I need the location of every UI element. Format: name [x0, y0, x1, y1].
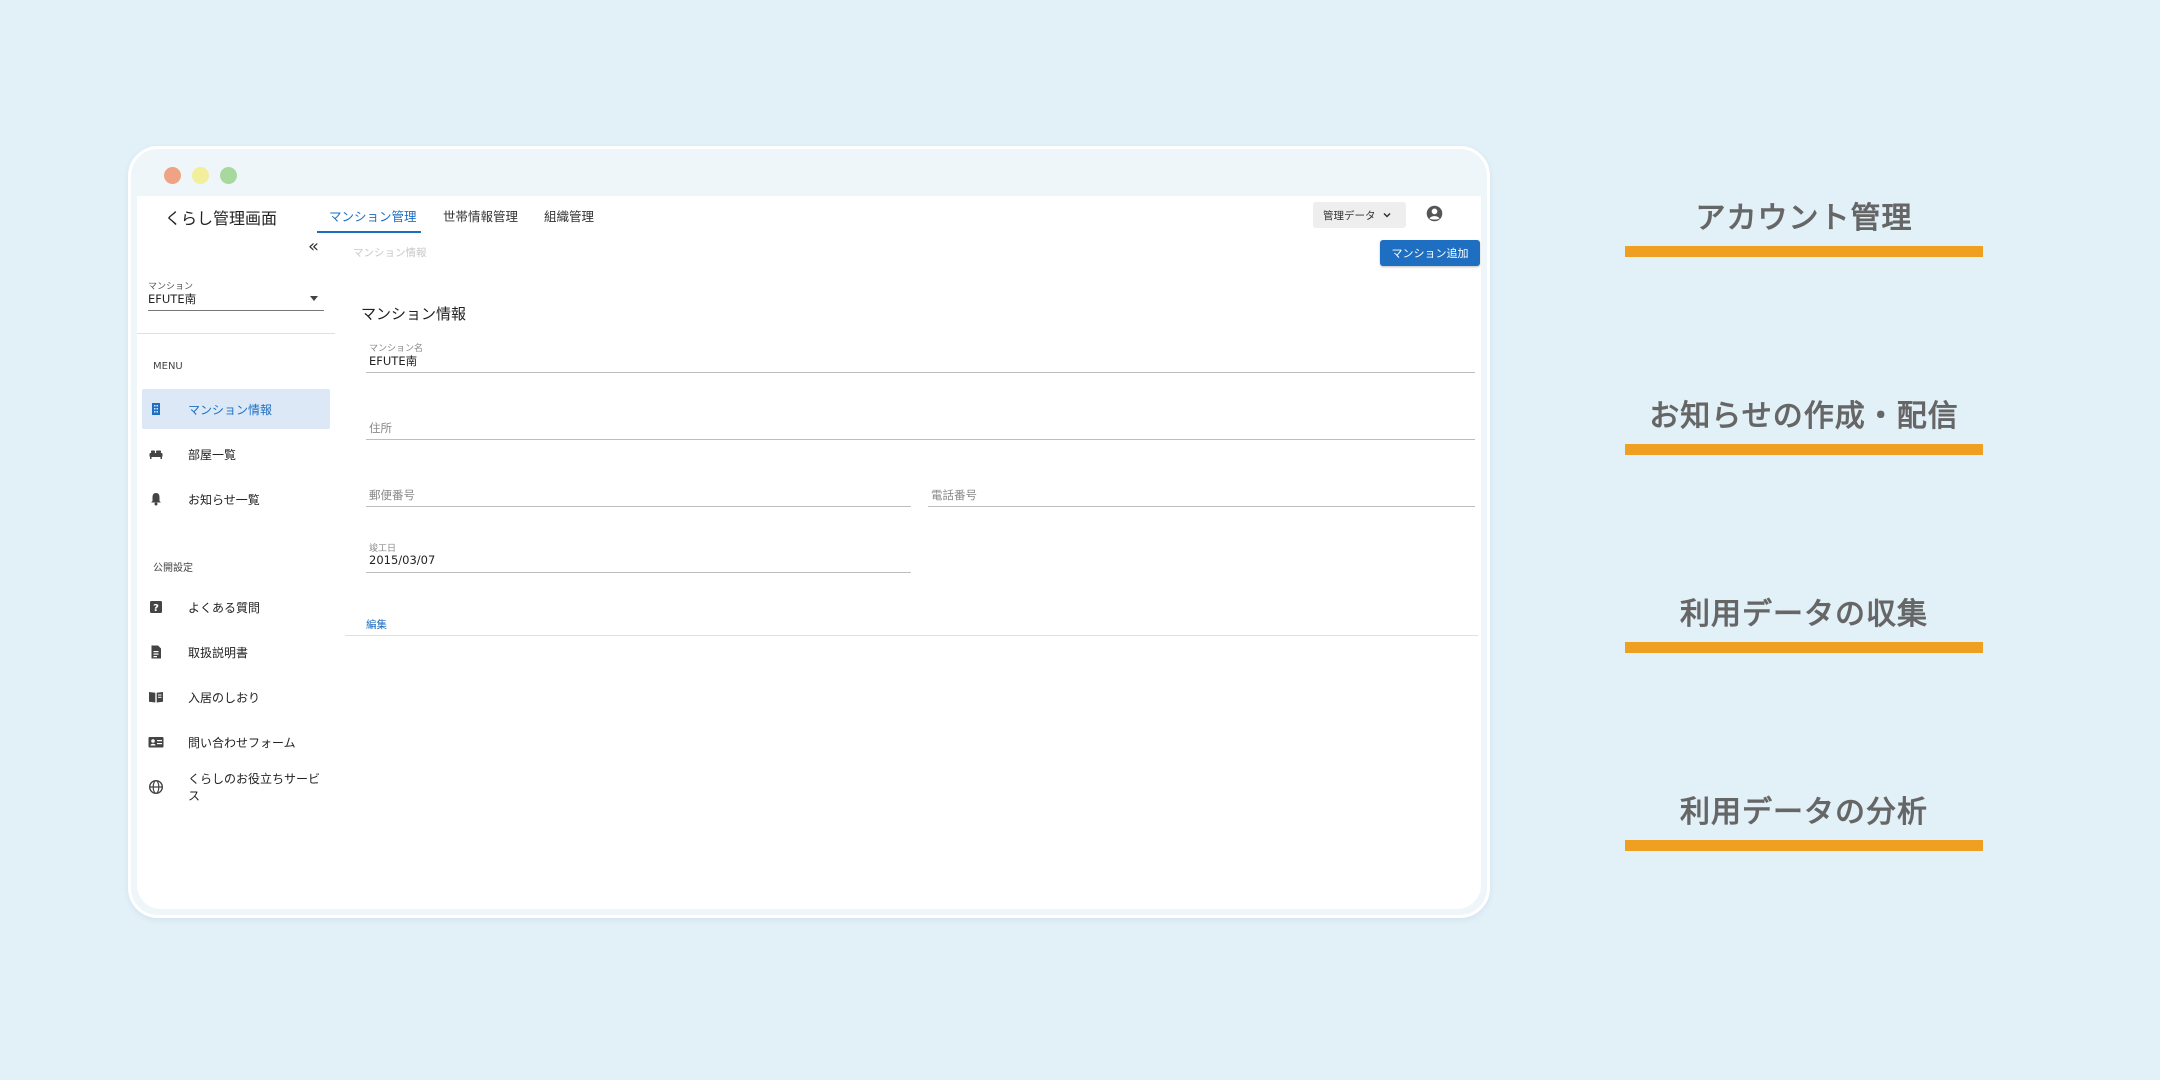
feature-title: 利用データの分析: [1680, 795, 1928, 830]
feature-data-collection: 利用データの収集: [1625, 595, 1983, 653]
address-field[interactable]: 住所: [366, 410, 1475, 440]
feature-account-management: アカウント管理: [1625, 199, 1983, 257]
tab-mansion-management[interactable]: マンション管理: [329, 206, 417, 225]
edit-link[interactable]: 編集: [366, 617, 387, 632]
add-mansion-button[interactable]: マンション追加: [1380, 240, 1480, 266]
mansion-select-value: EFUTE南: [148, 292, 197, 306]
main-content: マンション情報 マンション追加 マンション情報 マンション名 EFUTE南 住所…: [335, 234, 1481, 909]
feature-underline: [1625, 642, 1983, 653]
help-icon: ?: [150, 601, 162, 614]
feature-notice-creation: お知らせの作成・配信: [1625, 397, 1983, 455]
sidebar-item-label: 問い合わせフォーム: [188, 735, 296, 750]
sidebar-item-contact-form[interactable]: 問い合わせフォーム: [142, 722, 330, 762]
building-icon: [152, 403, 160, 415]
app-title: くらし管理画面: [165, 209, 278, 228]
address-placeholder: 住所: [369, 421, 392, 435]
collapse-sidebar-icon[interactable]: «: [308, 236, 319, 257]
account-circle-icon[interactable]: [1426, 205, 1443, 222]
feature-underline: [1625, 840, 1983, 851]
data-select-dropdown[interactable]: 管理データ: [1313, 202, 1406, 228]
close-window-button[interactable]: [164, 167, 181, 184]
feature-title: アカウント管理: [1695, 201, 1913, 236]
sidebar: « マンション EFUTE南 MENU マンション情報 部屋一覧 お知らせ一覧 …: [137, 234, 335, 909]
svg-text:?: ?: [153, 603, 159, 614]
book-icon: [149, 692, 163, 703]
sidebar-item-move-in-guide[interactable]: 入居のしおり: [142, 677, 330, 717]
contact-card-icon: [148, 737, 164, 748]
caret-down-icon: [310, 296, 318, 301]
main-divider: [345, 635, 1478, 636]
top-bar: くらし管理画面 マンション管理 世帯情報管理 組織管理 管理データ: [137, 196, 1481, 234]
public-settings-section-label: 公開設定: [153, 563, 193, 574]
sidebar-item-mansion-info[interactable]: マンション情報: [142, 389, 330, 429]
postal-code-placeholder: 郵便番号: [369, 488, 415, 502]
section-title: マンション情報: [361, 305, 467, 323]
completion-date-field[interactable]: 竣工日 2015/03/07: [366, 541, 911, 573]
tab-organization-management[interactable]: 組織管理: [544, 206, 594, 225]
app-content: くらし管理画面 マンション管理 世帯情報管理 組織管理 管理データ « マンショ…: [137, 196, 1481, 909]
mansion-name-field[interactable]: マンション名 EFUTE南: [366, 341, 1475, 373]
bed-icon: [149, 450, 163, 459]
mansion-name-value: EFUTE南: [369, 354, 418, 368]
data-select-label: 管理データ: [1323, 209, 1376, 222]
sidebar-item-label: くらしのお役立ちサービス: [188, 772, 321, 803]
sidebar-item-useful-services[interactable]: くらしのお役立ちサービス: [142, 767, 330, 807]
sidebar-item-label: お知らせ一覧: [188, 492, 260, 507]
browser-window: くらし管理画面 マンション管理 世帯情報管理 組織管理 管理データ « マンショ…: [128, 146, 1490, 918]
breadcrumb: マンション情報: [353, 247, 427, 259]
sidebar-item-label: よくある質問: [188, 600, 261, 615]
feature-underline: [1625, 444, 1983, 455]
postal-code-field[interactable]: 郵便番号: [366, 477, 911, 507]
document-icon: [151, 645, 161, 659]
feature-data-analysis: 利用データの分析: [1625, 793, 1983, 851]
phone-number-placeholder: 電話番号: [931, 488, 977, 502]
sidebar-divider: [137, 333, 335, 334]
bell-icon: [151, 493, 161, 506]
minimize-window-button[interactable]: [192, 167, 209, 184]
sidebar-item-label: 取扱説明書: [188, 645, 249, 660]
active-tab-indicator: [317, 231, 421, 233]
completion-date-value: 2015/03/07: [369, 553, 436, 567]
sidebar-item-notices[interactable]: お知らせ一覧: [142, 479, 330, 519]
menu-section-label: MENU: [153, 361, 183, 372]
feature-underline: [1625, 246, 1983, 257]
phone-number-field[interactable]: 電話番号: [928, 477, 1475, 507]
sidebar-item-manual[interactable]: 取扱説明書: [142, 632, 330, 672]
globe-icon: [148, 779, 164, 795]
feature-title: お知らせの作成・配信: [1649, 399, 1959, 434]
chevron-down-icon: [1382, 212, 1391, 218]
mansion-select[interactable]: EFUTE南: [148, 291, 324, 311]
maximize-window-button[interactable]: [220, 167, 237, 184]
sidebar-item-label: 入居のしおり: [188, 690, 261, 705]
sidebar-item-label: マンション情報: [188, 402, 273, 417]
window-controls: [164, 167, 237, 184]
sidebar-item-room-list[interactable]: 部屋一覧: [142, 434, 330, 474]
sidebar-item-faq[interactable]: ? よくある質問: [142, 587, 330, 627]
feature-title: 利用データの収集: [1680, 597, 1928, 632]
tab-household-management[interactable]: 世帯情報管理: [443, 206, 518, 225]
sidebar-item-label: 部屋一覧: [188, 447, 237, 462]
